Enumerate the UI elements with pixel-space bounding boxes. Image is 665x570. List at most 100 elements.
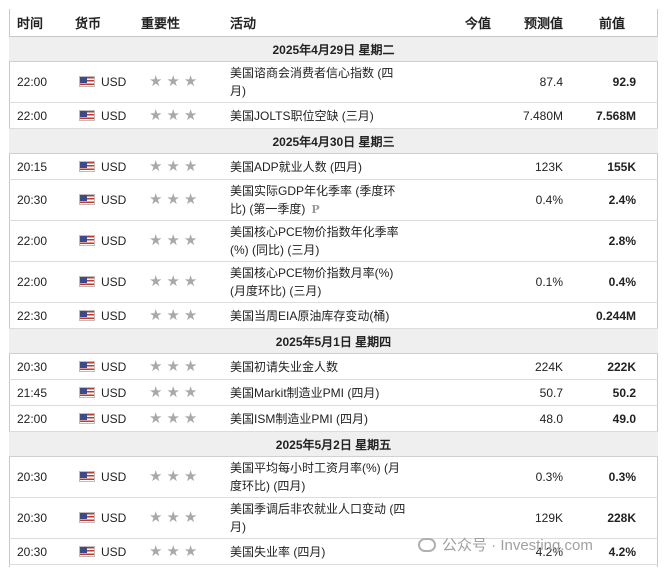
event-time: 22:00 — [9, 102, 75, 129]
event-previous: 0.244M — [563, 302, 658, 329]
currency-code: USD — [101, 234, 127, 248]
col-actual-header[interactable]: 今值 — [435, 9, 497, 37]
event-previous: 0.4% — [563, 261, 658, 303]
event-name-line2: (%) (同比) (三月) — [230, 243, 320, 257]
event-previous: 49.0 — [563, 405, 658, 432]
star-icon: ★ — [166, 157, 180, 175]
date-row: 2025年5月2日 星期五 — [9, 431, 658, 457]
col-event-header[interactable]: 活动 — [230, 9, 435, 37]
event-row[interactable]: 20:30 USD ★ ★ ★ 美国初请失业金人数 224K 222K — [9, 353, 658, 380]
event-row[interactable]: 22:00 USD ★ ★ ★ 美国JOLTS职位空缺 (三月) 7.480M 7.568M — [9, 102, 658, 129]
event-name[interactable]: 美国实际GDP年化季率 (季度环 比) (第一季度) P — [230, 179, 435, 221]
star-icon: ★ — [166, 273, 180, 290]
event-name[interactable]: 美国Markit制造业PMI (四月) — [230, 379, 435, 406]
event-actual — [435, 405, 497, 432]
event-importance: ★ ★ ★ — [139, 220, 230, 262]
watermark-text: 公众号 · Investing.com — [442, 537, 593, 554]
event-row[interactable]: 20:30 USD ★ ★ ★ 美国实际GDP年化季率 (季度环 比) (第一季度) P 0.4… — [9, 179, 658, 221]
star-icon: ★ — [149, 409, 163, 427]
event-forecast — [497, 220, 563, 262]
event-forecast: 129K — [497, 497, 563, 539]
event-name-line1: 美国季调后非农就业人口变动 (四 — [230, 502, 406, 516]
event-row[interactable]: 22:00 USD ★ ★ ★ 美国谘商会消费者信心指数 (四 月) 87.4 92.9 — [9, 61, 658, 103]
col-previous-header[interactable]: 前值 — [563, 9, 658, 37]
star-icon: ★ — [166, 509, 180, 526]
event-time: 22:00 — [9, 61, 75, 103]
event-row[interactable]: 21:45 USD ★ ★ ★ 美国Markit制造业PMI (四月) 50.7 50.2 — [9, 379, 658, 406]
event-name[interactable]: 美国谘商会消费者信心指数 (四 月) — [230, 61, 435, 103]
event-name[interactable]: 美国核心PCE物价指数月率(%) (月度环比) (三月) — [230, 261, 435, 303]
event-name[interactable]: 美国初请失业金人数 — [230, 353, 435, 380]
star-icon: ★ — [166, 191, 180, 208]
header-row: 时间 货币 重要性 活动 今值 预测值 前值 — [9, 9, 658, 37]
star-icon: ★ — [149, 306, 163, 324]
event-row[interactable]: 22:30 USD ★ ★ ★ 美国当周EIA原油库存变动(桶) 0.244M — [9, 302, 658, 329]
star-icon: ★ — [149, 383, 163, 401]
star-icon: ★ — [149, 357, 163, 375]
event-name-line1: 美国失业率 (四月) — [230, 544, 326, 559]
currency-code: USD — [101, 108, 127, 123]
date-row: 2025年5月1日 星期四 — [9, 328, 658, 354]
event-actual — [435, 102, 497, 129]
star-icon: ★ — [166, 106, 180, 124]
event-name[interactable]: 美国当周EIA原油库存变动(桶) — [230, 302, 435, 329]
event-row[interactable]: 22:00 USD ★ ★ ★ 美国核心PCE物价指数年化季率 (%) (同比) (三月) 2… — [9, 220, 658, 262]
star-icon: ★ — [183, 542, 198, 560]
event-importance: ★ ★ ★ — [139, 405, 230, 432]
event-forecast: 48.0 — [497, 405, 563, 432]
event-name-line1: 美国JOLTS职位空缺 (三月) — [230, 108, 374, 123]
event-time: 20:15 — [9, 153, 75, 180]
event-actual — [435, 261, 497, 303]
watermark: 公众号 · Investing.com — [418, 534, 593, 555]
event-actual — [435, 353, 497, 380]
date-label: 2025年5月1日 星期四 — [9, 328, 658, 354]
currency-code: USD — [101, 385, 127, 400]
star-icon: ★ — [166, 542, 180, 560]
event-forecast: 123K — [497, 153, 563, 180]
currency-code: USD — [101, 411, 127, 426]
col-currency-header[interactable]: 货币 — [75, 9, 139, 37]
col-forecast-header[interactable]: 预测值 — [497, 9, 563, 37]
event-currency: USD — [75, 179, 139, 221]
star-icon: ★ — [183, 191, 198, 208]
event-currency: USD — [75, 302, 139, 329]
star-icon: ★ — [183, 357, 198, 375]
star-icon: ★ — [149, 273, 163, 290]
calendar-body: 2025年4月29日 星期二 22:00 USD ★ ★ ★ 美国谘商会消费者信心指数 (四… — [9, 36, 658, 565]
event-name[interactable]: 美国平均每小时工资月率(%) (月 度环比) (四月) — [230, 456, 435, 498]
event-importance: ★ ★ ★ — [139, 456, 230, 498]
star-icon: ★ — [166, 409, 180, 427]
star-icon: ★ — [166, 306, 180, 324]
us-flag-icon — [79, 309, 95, 321]
event-row[interactable]: 22:00 USD ★ ★ ★ 美国核心PCE物价指数月率(%) (月度环比) (三月) 0.… — [9, 261, 658, 303]
event-name[interactable]: 美国ISM制造业PMI (四月) — [230, 405, 435, 432]
event-name[interactable]: 美国失业率 (四月) — [230, 538, 435, 565]
event-previous: 228K — [563, 497, 658, 539]
currency-code: USD — [101, 193, 127, 207]
event-name[interactable]: 美国核心PCE物价指数年化季率 (%) (同比) (三月) — [230, 220, 435, 262]
currency-code: USD — [101, 308, 127, 323]
event-importance: ★ ★ ★ — [139, 179, 230, 221]
star-icon: ★ — [183, 232, 198, 249]
event-actual — [435, 61, 497, 103]
event-row[interactable]: 22:00 USD ★ ★ ★ 美国ISM制造业PMI (四月) 48.0 49.0 — [9, 405, 658, 432]
col-time-header[interactable]: 时间 — [9, 9, 75, 37]
event-row[interactable]: 20:30 USD ★ ★ ★ 美国平均每小时工资月率(%) (月 度环比) (四月) 0.3… — [9, 456, 658, 498]
date-label: 2025年4月30日 星期三 — [9, 128, 658, 154]
event-name[interactable]: 美国ADP就业人数 (四月) — [230, 153, 435, 180]
event-row[interactable]: 20:15 USD ★ ★ ★ 美国ADP就业人数 (四月) 123K 155K — [9, 153, 658, 180]
event-name-line1: 美国ADP就业人数 (四月) — [230, 159, 363, 174]
star-icon: ★ — [166, 73, 180, 90]
star-icon: ★ — [183, 306, 198, 324]
event-currency: USD — [75, 379, 139, 406]
star-icon: ★ — [149, 191, 163, 208]
us-flag-icon — [79, 235, 95, 246]
event-time: 22:30 — [9, 302, 75, 329]
col-importance-header[interactable]: 重要性 — [139, 9, 230, 37]
event-row[interactable]: 20:30 USD ★ ★ ★ 美国季调后非农就业人口变动 (四 月) 129K 228K — [9, 497, 658, 539]
event-name[interactable]: 美国季调后非农就业人口变动 (四 月) — [230, 497, 435, 539]
wechat-icon — [418, 538, 436, 552]
event-importance: ★ ★ ★ — [139, 538, 230, 565]
event-importance: ★ ★ ★ — [139, 261, 230, 303]
event-name[interactable]: 美国JOLTS职位空缺 (三月) — [230, 102, 435, 129]
